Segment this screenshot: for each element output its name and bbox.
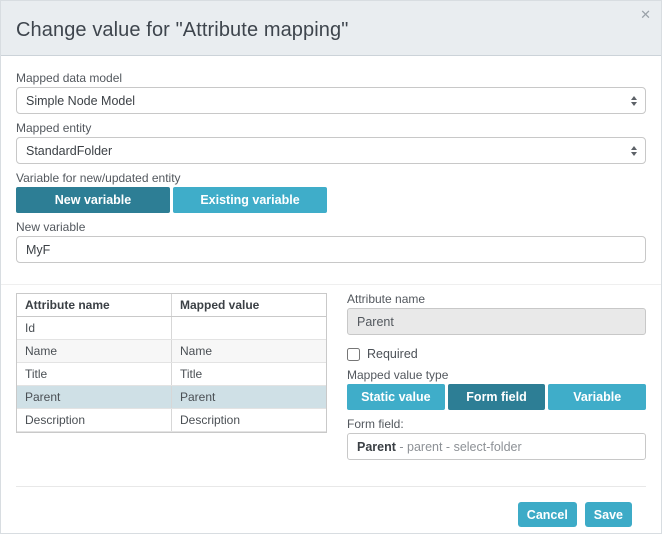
mapped-entity-select[interactable]: StandardFolder [16, 137, 646, 164]
mapped-data-model-label: Mapped data model [16, 71, 123, 85]
cell-mapped-value [171, 316, 326, 340]
dialog-title: Change value for "Attribute mapping" [16, 18, 349, 41]
form-field-label: Form field: [347, 417, 404, 431]
dialog-header: Change value for "Attribute mapping" ✕ [1, 1, 661, 56]
dialog-body: Mapped data model Simple Node Model Mapp… [1, 71, 661, 533]
mapped-data-model-value: Simple Node Model [26, 93, 136, 108]
table-row[interactable]: Title Title [17, 362, 326, 386]
select-stepper-icon [631, 95, 637, 106]
cell-attribute-name: Name [17, 339, 172, 363]
new-variable-toggle-button[interactable]: New variable [16, 187, 170, 213]
cell-attribute-name: Title [17, 362, 172, 386]
required-checkbox-row: Required [347, 347, 646, 361]
static-value-button[interactable]: Static value [347, 384, 445, 410]
mapped-value-type-group: Static value Form field Variable [347, 384, 647, 410]
cell-mapped-value: Name [171, 339, 326, 363]
mapped-entity-label: Mapped entity [16, 121, 92, 135]
change-value-dialog: Change value for "Attribute mapping" ✕ M… [0, 0, 662, 534]
form-field-input[interactable]: Parent - parent - select-folder [347, 433, 646, 460]
required-label: Required [367, 347, 418, 361]
attribute-name-value: Parent [357, 314, 394, 329]
save-button[interactable]: Save [584, 502, 632, 527]
column-header-attribute-name: Attribute name [17, 294, 172, 317]
cell-attribute-name: Id [17, 316, 172, 340]
cell-attribute-name: Parent [17, 385, 172, 409]
table-header-row: Attribute name Mapped value [17, 294, 326, 317]
mapped-value-type-label: Mapped value type [347, 368, 449, 382]
existing-variable-toggle-button[interactable]: Existing variable [173, 187, 327, 213]
mapped-data-model-select[interactable]: Simple Node Model [16, 87, 646, 114]
mapped-entity-value: StandardFolder [26, 143, 113, 158]
form-field-button[interactable]: Form field [447, 384, 546, 410]
new-variable-label: New variable [16, 220, 86, 234]
cell-attribute-name: Description [17, 408, 172, 432]
cell-mapped-value: Title [171, 362, 326, 386]
new-variable-input[interactable] [16, 236, 646, 263]
variable-toggle-group: New variable Existing variable [16, 187, 327, 213]
column-header-mapped-value: Mapped value [171, 294, 326, 317]
attribute-mapping-table: Attribute name Mapped value Id Name Name… [16, 293, 327, 433]
form-field-value-secondary: - parent - select-folder [395, 439, 522, 454]
select-stepper-icon [631, 145, 637, 156]
form-field-value-primary: Parent [357, 439, 396, 454]
table-row[interactable]: Name Name [17, 339, 326, 363]
variable-section-label: Variable for new/updated entity [16, 171, 181, 185]
required-checkbox[interactable] [347, 347, 360, 361]
close-icon[interactable]: ✕ [640, 8, 651, 21]
table-row[interactable]: Id [17, 316, 326, 340]
cancel-button[interactable]: Cancel [517, 502, 577, 527]
table-row-selected[interactable]: Parent Parent [17, 385, 326, 409]
cell-mapped-value: Parent [171, 385, 326, 409]
attribute-table-pane: Attribute name Mapped value Id Name Name… [16, 293, 327, 433]
dialog-footer: Cancel Save [16, 486, 646, 533]
attribute-detail-pane: Attribute name Parent Required Mapped va… [347, 292, 647, 460]
attribute-name-readonly-field: Parent [347, 308, 646, 335]
cell-mapped-value: Description [171, 408, 326, 432]
attribute-name-label: Attribute name [347, 292, 426, 306]
variable-button[interactable]: Variable [548, 384, 647, 410]
section-divider [1, 284, 661, 285]
mapping-panes: Attribute name Mapped value Id Name Name… [16, 292, 647, 460]
table-row[interactable]: Description Description [17, 408, 326, 432]
